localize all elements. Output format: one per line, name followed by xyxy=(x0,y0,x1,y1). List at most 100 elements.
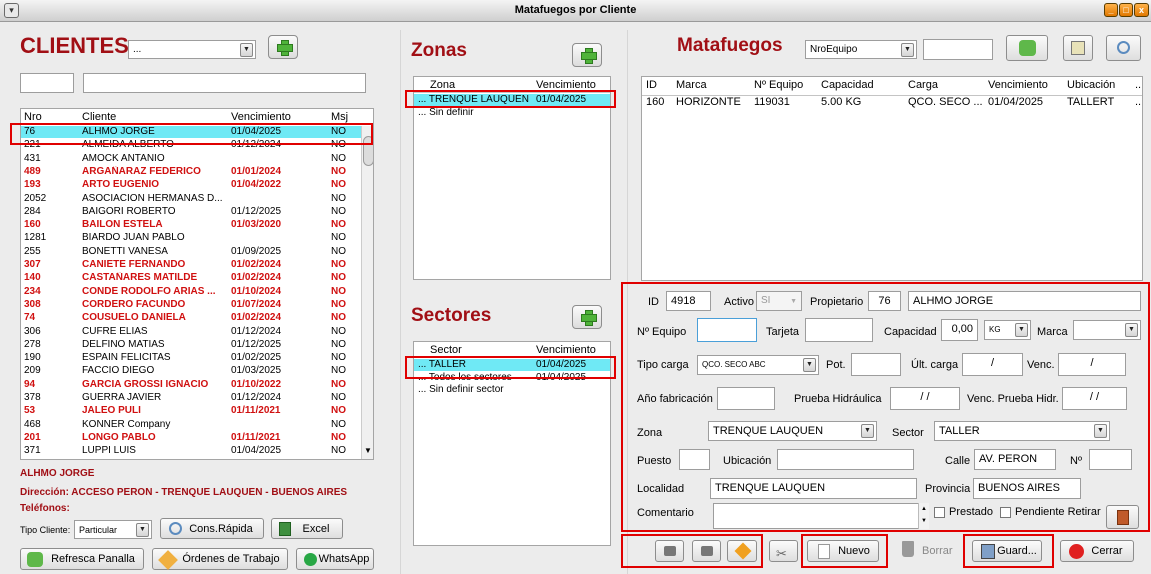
table-row[interactable]: 140 CASTAÑARES MATILDE 01/02/2024 NO xyxy=(21,272,361,284)
anio-fabricacion-field[interactable] xyxy=(717,387,775,410)
table-row[interactable]: 308 CORDERO FACUNDO 01/07/2024 NO xyxy=(21,299,361,311)
venc-prueba-field[interactable]: / / xyxy=(1062,387,1127,410)
search-matafuegos-button[interactable] xyxy=(1106,35,1141,61)
activo-combo[interactable]: SI ▼ xyxy=(756,291,802,311)
table-row[interactable]: 94 GARCIA GROSSI IGNACIO 01/10/2022 NO xyxy=(21,379,361,391)
localidad-field[interactable]: TRENQUE LAUQUEN xyxy=(710,478,917,499)
matafuegos-search-input[interactable] xyxy=(923,39,993,60)
table-row[interactable]: 2052 ASOCIACION HERMANAS D... NO xyxy=(21,193,361,205)
id-field[interactable]: 4918 xyxy=(666,291,711,311)
marca-combo[interactable]: ▼ xyxy=(1073,320,1141,340)
table-row[interactable]: 284 BAIGORI ROBERTO 01/12/2025 NO xyxy=(21,206,361,218)
list-item[interactable]: ... Sin definir xyxy=(414,107,610,119)
provincia-field[interactable]: BUENOS AIRES xyxy=(973,478,1081,499)
excel-button[interactable]: Excel xyxy=(271,518,343,539)
col-header-ubicacion[interactable]: Ubicación xyxy=(1067,79,1115,91)
table-row[interactable]: 468 KONNER Company NO xyxy=(21,419,361,431)
propietario-name-field[interactable]: ALHMO JORGE xyxy=(908,291,1141,311)
tipo-carga-combo[interactable]: QCO. SECO ABC ▼ xyxy=(697,355,819,375)
table-row[interactable]: 307 CANIETE FERNANDO 01/02/2024 NO xyxy=(21,259,361,271)
table-row[interactable]: 76 ALHMO JORGE 01/04/2025 NO xyxy=(21,126,361,138)
venc-field[interactable]: / xyxy=(1058,353,1126,376)
cliente-nro-search[interactable] xyxy=(20,73,74,93)
table-row[interactable]: 371 LUPPI LUIS 01/04/2025 NO xyxy=(21,445,361,457)
list-item[interactable]: ... TALLER 01/04/2025 xyxy=(414,359,610,371)
ordenes-trabajo-button[interactable]: Órdenes de Trabajo xyxy=(152,548,288,570)
table-row[interactable]: 74 COUSUELO DANIELA 01/02/2024 NO xyxy=(21,312,361,324)
ult-carga-field[interactable]: / xyxy=(962,353,1023,376)
col-header-carga[interactable]: Carga xyxy=(908,79,938,91)
nuevo-button[interactable]: Nuevo xyxy=(807,540,879,562)
zona-combo[interactable]: TRENQUE LAUQUEN ▼ xyxy=(708,421,877,441)
cerrar-button[interactable]: Cerrar xyxy=(1060,540,1134,562)
calculator-button[interactable] xyxy=(1063,35,1093,61)
table-row[interactable]: 234 CONDE RODOLFO ARIAS ... 01/10/2024 NO xyxy=(21,286,361,298)
table-row[interactable]: 1281 BIARDO JUAN PABLO NO xyxy=(21,232,361,244)
list-item[interactable]: ... Todos los sectores 01/04/2025 xyxy=(414,372,610,384)
clientes-scrollbar[interactable]: ▼ xyxy=(361,126,373,459)
pot-field[interactable] xyxy=(851,353,901,376)
col-header-vencimiento[interactable]: Vencimiento xyxy=(536,344,596,356)
tools-button[interactable]: ✂ xyxy=(769,540,798,562)
print-button[interactable] xyxy=(655,540,684,562)
list-item[interactable]: ... TRENQUE LAUQUEN 01/04/2025 xyxy=(414,94,610,106)
col-header-cliente[interactable]: Cliente xyxy=(82,111,116,123)
col-header-msj[interactable]: Msj xyxy=(331,111,348,123)
refresh-matafuegos-button[interactable] xyxy=(1006,35,1048,61)
matafuegos-order-combo[interactable]: NroEquipo ▼ xyxy=(805,40,917,59)
col-header-id[interactable]: ID xyxy=(646,79,657,91)
puesto-field[interactable] xyxy=(679,449,710,470)
add-zona-button[interactable] xyxy=(572,43,602,67)
col-header-vencimiento[interactable]: Vencimiento xyxy=(536,79,596,91)
comentario-scrollbar[interactable]: ▲ ▼ xyxy=(918,503,929,529)
col-header-zona[interactable]: Zona xyxy=(430,79,455,91)
tipo-cliente-combo[interactable]: Particular ▼ xyxy=(74,520,152,539)
col-header-vencimiento[interactable]: Vencimiento xyxy=(988,79,1048,91)
sector-combo[interactable]: TALLER ▼ xyxy=(934,421,1110,441)
col-header-nro[interactable]: Nro xyxy=(24,111,42,123)
tarjeta-field[interactable] xyxy=(805,318,873,342)
table-row[interactable]: 209 FACCIO DIEGO 01/03/2025 NO xyxy=(21,365,361,377)
capacidad-field[interactable]: 0,00 xyxy=(941,319,978,341)
ubicacion-field[interactable] xyxy=(777,449,914,470)
list-item[interactable]: ... Sin definir sector xyxy=(414,384,610,396)
table-row[interactable]: 431 AMOCK ANTANIO NO xyxy=(21,153,361,165)
calle-field[interactable]: AV. PERON xyxy=(974,449,1056,470)
scroll-thumb[interactable] xyxy=(363,136,373,166)
prueba-hidraulica-field[interactable]: / / xyxy=(890,387,960,410)
cliente-name-search[interactable] xyxy=(83,73,366,93)
col-header-vencimiento[interactable]: Vencimiento xyxy=(231,111,291,123)
borrar-button[interactable]: Borrar xyxy=(922,545,953,557)
col-header-capacidad[interactable]: Capacidad xyxy=(821,79,874,91)
table-row[interactable]: 193 ARTO EUGENIO 01/04/2022 NO xyxy=(21,179,361,191)
nro-field[interactable] xyxy=(1089,449,1132,470)
col-header-nro-equipo[interactable]: Nº Equipo xyxy=(754,79,803,91)
clientes-filter-combo[interactable]: ... ▼ xyxy=(128,40,256,59)
col-header-more[interactable]: ... xyxy=(1135,79,1142,91)
table-row[interactable]: 306 CUFRE ELIAS 01/12/2024 NO xyxy=(21,326,361,338)
add-sector-button[interactable] xyxy=(572,305,602,329)
table-row[interactable]: 378 GUERRA JAVIER 01/12/2024 NO xyxy=(21,392,361,404)
guardar-button[interactable]: Guard... xyxy=(972,540,1042,562)
table-row[interactable]: 489 ARGAÑARAZ FEDERICO 01/01/2024 NO xyxy=(21,166,361,178)
nro-equipo-field[interactable] xyxy=(697,318,757,342)
exit-door-button[interactable] xyxy=(1106,505,1139,529)
print-list-button[interactable] xyxy=(692,540,721,562)
whatsapp-button[interactable]: WhatsApp xyxy=(296,548,374,570)
add-cliente-button[interactable] xyxy=(268,35,298,59)
refresca-pantalla-button[interactable]: Refresca Panalla xyxy=(20,548,144,570)
table-row[interactable]: 53 JALEO PULI 01/11/2021 NO xyxy=(21,405,361,417)
col-header-sector[interactable]: Sector xyxy=(430,344,462,356)
table-row[interactable]: 190 ESPAIN FELICITAS 01/02/2025 NO xyxy=(21,352,361,364)
propietario-nro-field[interactable]: 76 xyxy=(868,291,901,311)
maximize-icon[interactable]: □ xyxy=(1119,3,1133,17)
edit-button[interactable] xyxy=(727,540,757,562)
unidad-combo[interactable]: KG ▼ xyxy=(984,320,1031,340)
pendiente-retirar-checkbox[interactable] xyxy=(1000,507,1011,518)
prestado-checkbox[interactable] xyxy=(934,507,945,518)
table-row[interactable]: 160 BAILON ESTELA 01/03/2020 NO xyxy=(21,219,361,231)
scroll-down-icon[interactable]: ▼ xyxy=(364,446,372,455)
minimize-icon[interactable]: _ xyxy=(1104,3,1118,17)
table-row[interactable]: 255 BONETTI VANESA 01/09/2025 NO xyxy=(21,246,361,258)
close-window-icon[interactable]: x xyxy=(1134,3,1149,17)
